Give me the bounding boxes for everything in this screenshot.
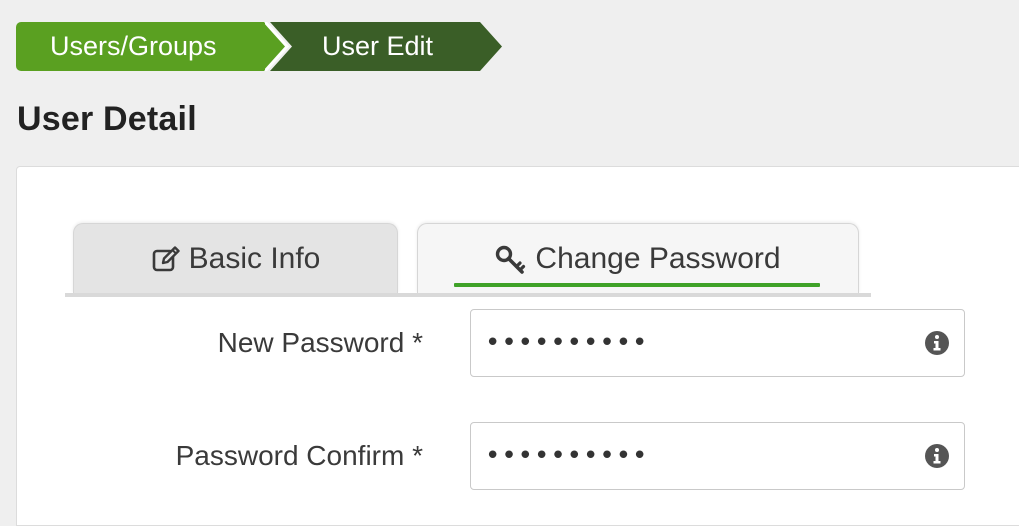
tab-change-password-label: Change Password [535,241,781,275]
edit-icon [151,244,181,274]
breadcrumb-users-groups[interactable]: Users/Groups [16,22,286,71]
key-icon [495,244,527,274]
password-confirm-field-wrapper [470,422,965,490]
breadcrumb-user-edit[interactable]: User Edit [270,22,502,71]
new-password-input[interactable] [471,310,964,376]
breadcrumb-users-groups-label: Users/Groups [50,31,217,61]
user-detail-panel: Basic Info Change Password New Password … [16,166,1019,526]
password-confirm-label: Password Confirm * [175,440,423,471]
password-confirm-row: Password Confirm * [17,422,1017,490]
password-confirm-input[interactable] [471,423,964,489]
info-icon[interactable] [923,329,951,357]
breadcrumb: Users/Groups User Edit [16,22,502,71]
active-tab-indicator [454,283,820,287]
tab-bar: Basic Info Change Password [73,223,879,293]
tab-basic-info[interactable]: Basic Info [73,223,398,293]
tab-bar-divider [65,293,871,297]
new-password-row: New Password * [17,309,1017,377]
tab-basic-info-label: Basic Info [188,241,321,275]
tab-change-password[interactable]: Change Password [417,223,859,293]
breadcrumb-user-edit-label: User Edit [322,31,434,61]
info-icon[interactable] [923,442,951,470]
page-title: User Detail [17,100,197,138]
new-password-label: New Password * [217,327,423,358]
new-password-field-wrapper [470,309,965,377]
